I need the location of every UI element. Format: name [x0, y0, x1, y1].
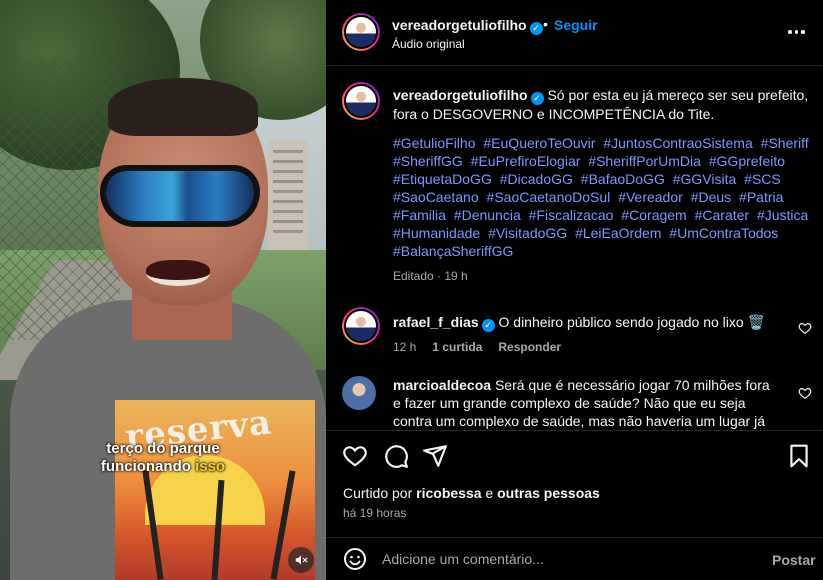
liked-others-link[interactable]: outras pessoas [497, 485, 600, 501]
reply-button[interactable]: Responder [498, 340, 561, 354]
hashtag-link[interactable]: #SheriffPorUmDia [588, 153, 701, 169]
bookmark-icon[interactable] [786, 443, 812, 469]
caption-username[interactable]: vereadorgetuliofilho [393, 87, 528, 103]
hashtag-link[interactable]: #EuPrefiroElogiar [471, 153, 581, 169]
hashtag-list: #GetulioFilho #EuQueroTeOuvir #JuntosCon… [393, 134, 813, 260]
separator-dot: • [543, 16, 548, 32]
video-caption-line-2: funcionando isso [0, 458, 326, 475]
comment-username[interactable]: rafael_f_dias [393, 314, 479, 330]
verified-badge-icon: ✓ [481, 318, 495, 332]
mute-button[interactable] [288, 547, 314, 573]
hashtag-link[interactable]: #UmContraTodos [669, 225, 778, 241]
hashtag-link[interactable]: #Deus [691, 189, 731, 205]
heart-icon[interactable] [798, 386, 812, 400]
caption-highlight: isso [195, 458, 226, 475]
liked-prefix: Curtido por [343, 485, 413, 501]
speaker-muted-icon [295, 555, 308, 565]
hashtag-link[interactable]: #GetulioFilho [393, 135, 476, 151]
hashtag-link[interactable]: #Humanidade [393, 225, 480, 241]
hashtag-link[interactable]: #SaoCaetanoDoSul [487, 189, 611, 205]
avatar[interactable] [342, 307, 380, 345]
comment-time[interactable]: 12 h [393, 340, 416, 354]
audio-link[interactable]: Áudio original [392, 37, 465, 51]
comment-body: marcioaldecoa Será que é necessário joga… [393, 376, 778, 430]
comments-scroll-area[interactable]: vereadorgetuliofilho ✓ Só por esta eu já … [326, 66, 823, 430]
caption-text: terço do parque [106, 440, 220, 457]
hashtag-link[interactable]: #Familia [393, 207, 446, 223]
hashtag-link[interactable]: #SheriffGG [393, 153, 463, 169]
hashtag-link[interactable]: #VisitadoGG [488, 225, 567, 241]
more-options-button[interactable] [788, 22, 808, 42]
more-dot-icon [801, 30, 805, 34]
reel-video[interactable]: reserva terço do parque funcionando isso [0, 0, 326, 580]
verified-badge-icon: ✓ [530, 91, 544, 105]
hashtag-link[interactable]: #Coragem [621, 207, 686, 223]
add-comment-bar: Postar [326, 538, 823, 580]
hashtag-link[interactable]: #LeiEaOrdem [575, 225, 661, 241]
like-heart-icon[interactable] [342, 443, 368, 469]
sunglasses [100, 165, 260, 227]
background-building [268, 140, 308, 250]
hashtag-link[interactable]: #GGprefeito [709, 153, 785, 169]
avatar[interactable] [342, 376, 376, 410]
person-mouth [146, 260, 210, 286]
liked-user-link[interactable]: ricobessa [416, 485, 481, 501]
video-caption-line-1: terço do parque [0, 440, 326, 457]
more-dot-icon [788, 30, 792, 34]
hashtag-link[interactable]: #Denuncia [454, 207, 521, 223]
hashtag-link[interactable]: #Justica [757, 207, 808, 223]
comment-username[interactable]: marcioaldecoa [393, 377, 491, 393]
hashtag-link[interactable]: #EtiquetaDoGG [393, 171, 492, 187]
hashtag-link[interactable]: #Fiscalizacao [529, 207, 614, 223]
hashtag-link[interactable]: #DicadoGG [500, 171, 573, 187]
liked-by-text: Curtido por ricobessa e outras pessoas [343, 485, 600, 501]
hashtag-link[interactable]: #EuQueroTeOuvir [483, 135, 595, 151]
hashtag-link[interactable]: #JuntosContraoSistema [603, 135, 752, 151]
comment-body: rafael_f_dias ✓ O dinheiro público sendo … [393, 313, 778, 332]
caption-body: vereadorgetuliofilho ✓ Só por esta eu já … [393, 86, 813, 285]
caption-text: funcionando [100, 458, 191, 475]
comment-bubble-icon[interactable] [383, 443, 409, 469]
hashtag-link[interactable]: #BafaoDoGG [581, 171, 665, 187]
post-comment-button[interactable]: Postar [772, 552, 816, 568]
username-text[interactable]: vereadorgetuliofilho [392, 17, 527, 33]
edited-timestamp: Editado · 19 h [393, 268, 468, 283]
hashtag-link[interactable]: #Patria [739, 189, 783, 205]
hashtag-link[interactable]: #SCS [744, 171, 781, 187]
hashtag-link[interactable]: #SaoCaetano [393, 189, 479, 205]
comment-meta: 12 h 1 curtida Responder [393, 340, 561, 354]
person-hair [108, 78, 258, 136]
comment-text: O dinheiro público sendo jogado no lixo … [498, 314, 766, 330]
hashtag-link[interactable]: #Carater [695, 207, 749, 223]
hashtag-link[interactable]: #GGVisita [673, 171, 737, 187]
heart-icon[interactable] [798, 321, 812, 335]
avatar[interactable] [342, 13, 380, 51]
emoji-icon[interactable] [343, 547, 367, 571]
post-actions [326, 431, 823, 481]
follow-button[interactable]: Seguir [554, 17, 598, 33]
liked-and: e [485, 485, 494, 501]
post-header: vereadorgetuliofilho ✓ • Seguir Áudio ori… [326, 0, 823, 65]
share-send-icon[interactable] [422, 443, 448, 469]
hashtag-link[interactable]: #Vereador [618, 189, 683, 205]
post-timestamp[interactable]: há 19 horas [343, 506, 406, 520]
comment-likes[interactable]: 1 curtida [432, 340, 482, 354]
header-username[interactable]: vereadorgetuliofilho ✓ [392, 17, 543, 35]
verified-badge-icon: ✓ [529, 22, 543, 35]
comment-input[interactable] [382, 546, 752, 572]
hashtag-link[interactable]: #BalançaSheriffGG [393, 243, 513, 259]
more-dot-icon [794, 30, 798, 34]
hashtag-link[interactable]: #Sheriff [761, 135, 809, 151]
avatar[interactable] [342, 82, 380, 120]
post-panel: vereadorgetuliofilho ✓ • Seguir Áudio ori… [326, 0, 823, 580]
